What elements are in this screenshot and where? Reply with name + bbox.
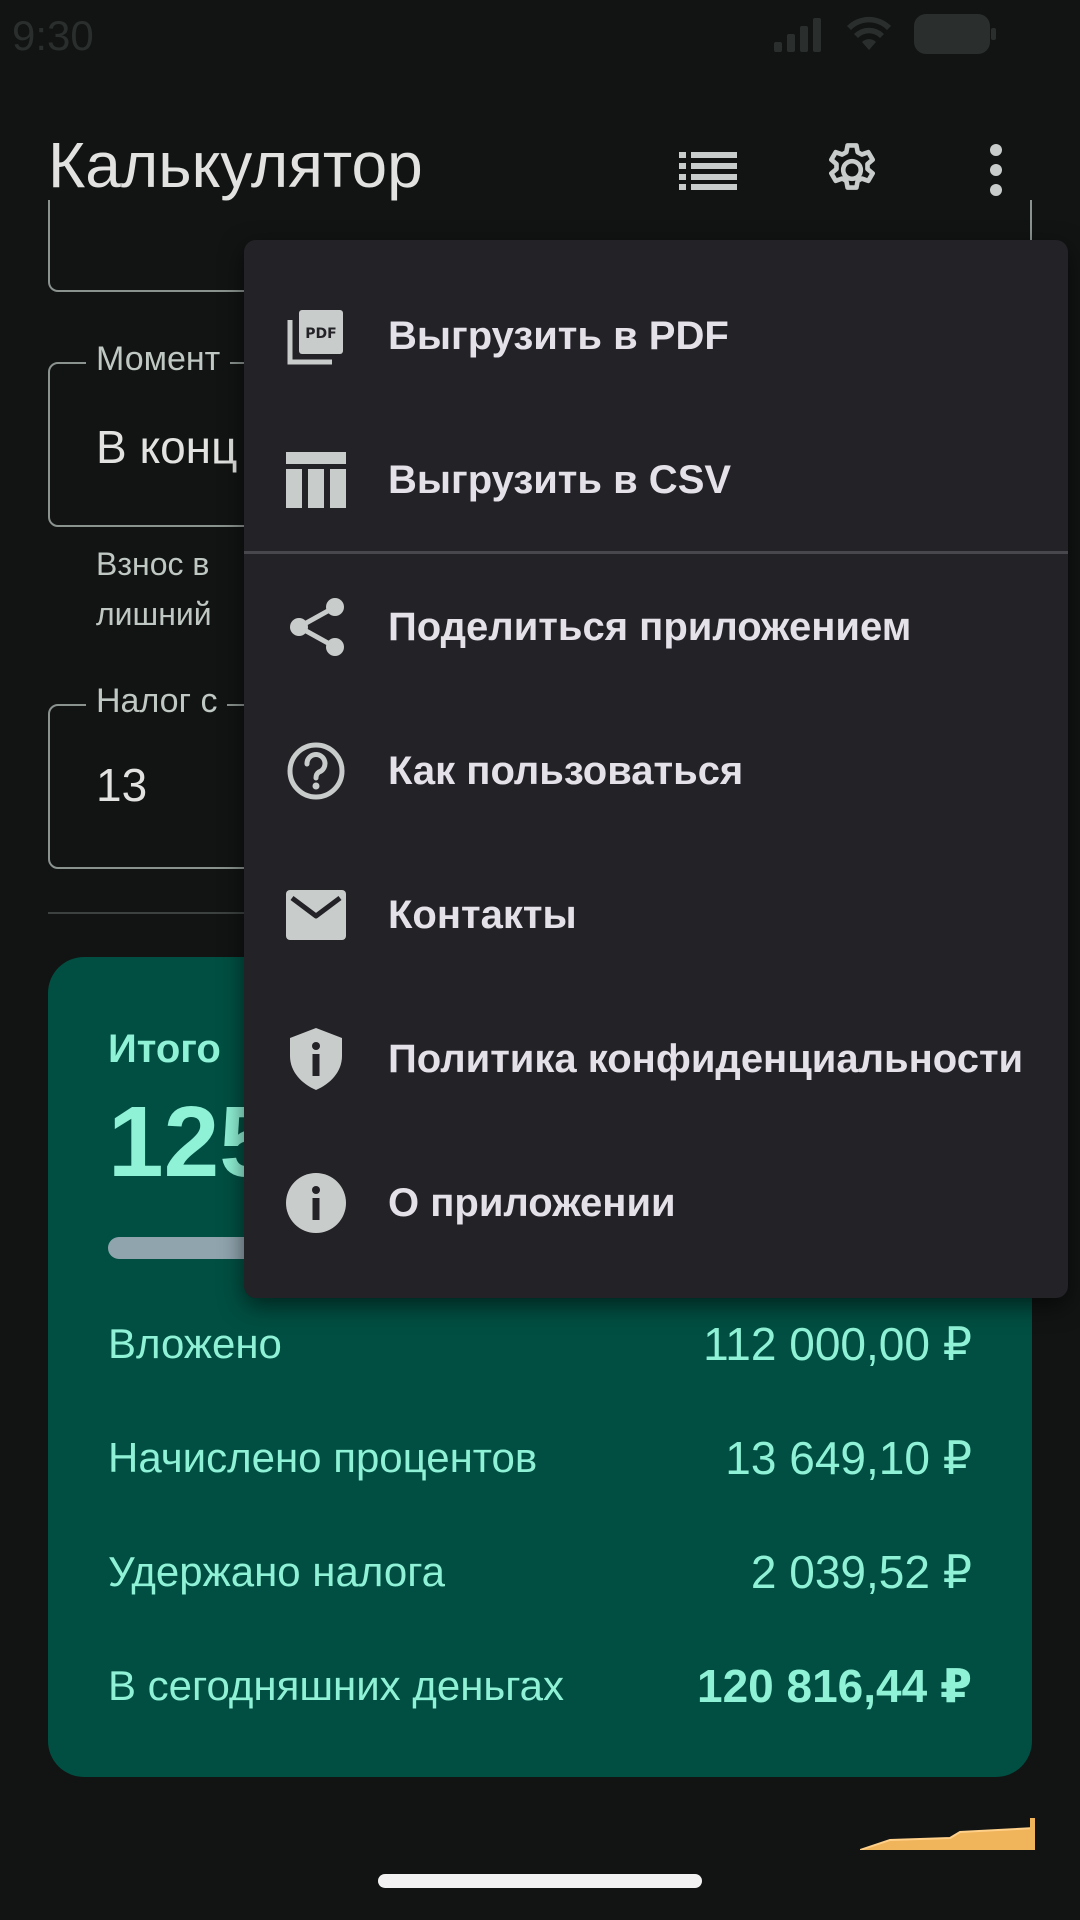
moment-helper-line1: Взнос в	[96, 546, 210, 582]
share-icon	[284, 595, 348, 659]
menu-item-export-pdf[interactable]: PDF Выгрузить в PDF	[244, 276, 1068, 396]
result-row-value: 112 000,00 ₽	[703, 1318, 972, 1370]
menu-item-share-app[interactable]: Поделиться приложением	[244, 567, 1068, 687]
more-vert-icon	[990, 144, 1002, 196]
wifi-icon	[847, 16, 891, 50]
table-icon	[284, 448, 348, 512]
help-icon	[284, 739, 348, 803]
menu-item-privacy-policy[interactable]: Политика конфиденциальности	[244, 999, 1068, 1119]
result-row-interest: Начислено процентов 13 649,10 ₽	[108, 1431, 972, 1485]
total-label: Итого	[108, 1027, 221, 1071]
mail-icon	[284, 883, 348, 947]
status-time: 9:30	[12, 12, 94, 59]
menu-item-label: Контакты	[388, 892, 577, 937]
menu-item-export-csv[interactable]: Выгрузить в CSV	[244, 420, 1068, 540]
list-icon	[679, 152, 737, 190]
menu-item-how-to-use[interactable]: Как пользоваться	[244, 711, 1068, 831]
result-row-tax: Удержано налога 2 039,52 ₽	[108, 1545, 972, 1599]
signal-icon	[774, 18, 821, 52]
moment-field-value: В конц	[96, 421, 238, 473]
info-icon	[284, 1171, 348, 1235]
result-row-label: Начислено процентов	[108, 1434, 538, 1481]
tax-field-value: 13	[96, 759, 148, 811]
moment-helper-line2: лишний	[96, 596, 212, 632]
app-title: Калькулятор	[48, 129, 423, 201]
pdf-icon: PDF	[284, 304, 348, 368]
menu-item-label: Выгрузить в PDF	[388, 313, 729, 358]
gear-icon	[829, 143, 875, 190]
menu-item-contacts[interactable]: Контакты	[244, 855, 1068, 975]
result-row-label: Удержано налога	[108, 1548, 445, 1595]
growth-chart-fragment	[860, 1818, 1035, 1850]
result-row-invested: Вложено 112 000,00 ₽	[108, 1317, 972, 1371]
overflow-menu: PDF Выгрузить в PDF Выгрузить в CSV Поде…	[244, 240, 1068, 1298]
result-row-value: 13 649,10 ₽	[725, 1432, 972, 1484]
status-icons	[774, 14, 996, 54]
result-row-value: 2 039,52 ₽	[750, 1546, 972, 1598]
menu-item-label: Политика конфиденциальности	[388, 1036, 1024, 1081]
shield-info-icon	[284, 1027, 348, 1091]
result-row-label: В сегодняшних деньгах	[108, 1662, 565, 1709]
menu-divider	[244, 551, 1068, 554]
result-row-value: 120 816,44 ₽	[696, 1660, 972, 1712]
battery-icon	[914, 14, 996, 54]
menu-item-label: Поделиться приложением	[388, 604, 912, 649]
result-row-today-money: В сегодняшних деньгах 120 816,44 ₽	[108, 1659, 972, 1713]
menu-item-label: Выгрузить в CSV	[388, 457, 732, 502]
menu-item-label: Как пользоваться	[388, 748, 744, 793]
status-bar: 9:30	[0, 0, 1080, 70]
tax-field-label: Налог с	[86, 682, 228, 721]
result-row-label: Вложено	[108, 1320, 282, 1367]
menu-item-label: О приложении	[388, 1180, 676, 1225]
menu-item-about-app[interactable]: О приложении	[244, 1143, 1068, 1263]
svg-text:PDF: PDF	[305, 326, 336, 342]
home-indicator[interactable]	[378, 1874, 702, 1888]
moment-field-label: Момент	[86, 340, 231, 379]
